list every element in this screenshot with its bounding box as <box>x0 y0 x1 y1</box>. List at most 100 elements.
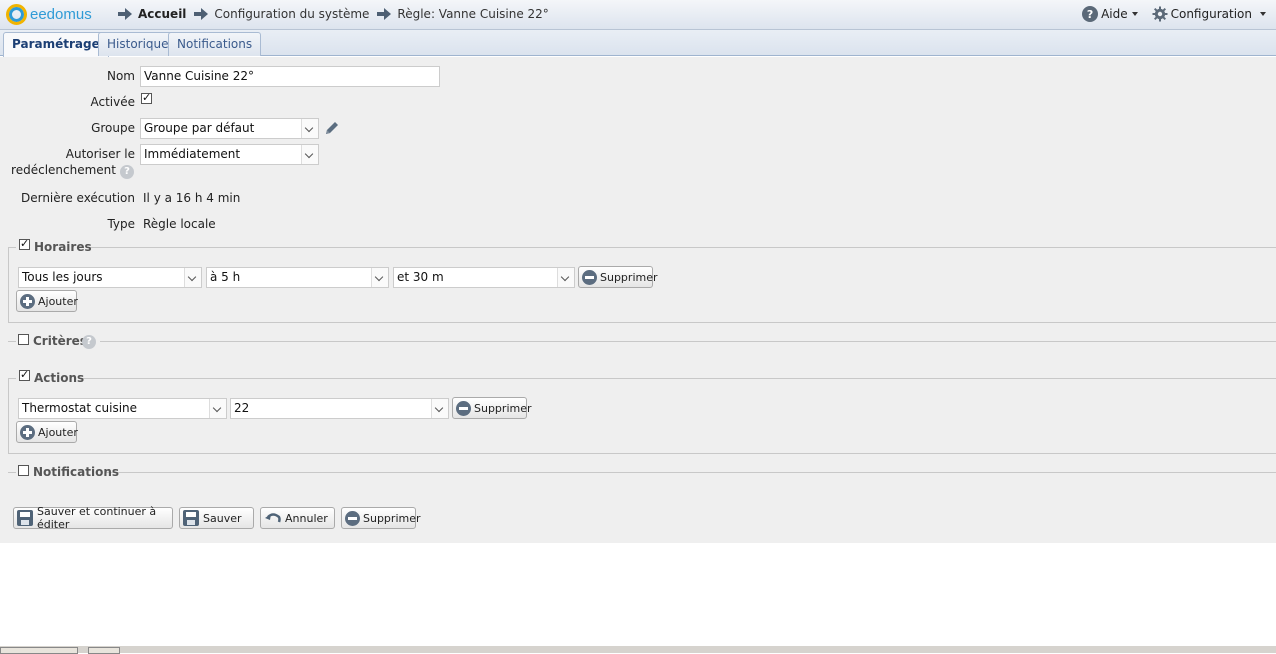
question-icon[interactable]: ? <box>120 165 134 179</box>
action-value: 22 <box>234 401 250 415</box>
schedule-hour-value: à 5 h <box>210 270 241 284</box>
action-value-select[interactable]: 22 <box>230 398 449 419</box>
fieldset-border <box>8 453 1276 454</box>
fieldset-border <box>8 247 9 323</box>
cancel-label: Annuler <box>285 511 328 525</box>
configuration-menu[interactable]: Configuration <box>1171 7 1252 21</box>
retrigger-select-value: Immédiatement <box>144 147 241 161</box>
retrigger-label-line2: redéclenchement <box>11 163 116 177</box>
delete-rule-button[interactable]: Supprimer <box>341 507 421 529</box>
fieldset-border <box>8 247 16 248</box>
fieldset-border <box>8 378 16 379</box>
tab-bar: Paramétrage Historique Notifications <box>0 30 1276 57</box>
group-select[interactable]: Groupe par défaut <box>140 118 319 139</box>
os-taskbar <box>0 645 1276 654</box>
active-label: Activée <box>90 95 135 109</box>
schedule-day-select[interactable]: Tous les jours <box>18 267 202 288</box>
horaires-title: Horaires <box>34 240 92 254</box>
actions-title: Actions <box>34 371 85 385</box>
gear-icon[interactable] <box>1152 6 1168 22</box>
group-label: Groupe <box>91 121 135 135</box>
chevron-down-icon <box>301 119 318 138</box>
plus-circle-icon <box>20 293 35 309</box>
fieldset-border <box>82 378 1276 379</box>
retrigger-select[interactable]: Immédiatement <box>140 144 319 165</box>
delete-rule-label: Supprimer <box>363 511 421 525</box>
logo-text: eedomus <box>30 6 92 23</box>
logo-ring-icon <box>6 4 27 25</box>
schedule-delete-button[interactable]: Supprimer <box>578 266 658 288</box>
floppy-disk-icon <box>17 510 33 526</box>
minus-circle-icon <box>456 400 471 416</box>
chevron-down-icon <box>184 268 201 287</box>
breadcrumb: Accueil Configuration du système Règle: … <box>118 7 549 21</box>
horaires-checkbox[interactable] <box>19 239 30 250</box>
fieldset-border <box>86 247 1276 248</box>
save-continue-button[interactable]: Sauver et continuer à éditer <box>13 505 173 531</box>
floppy-disk-icon <box>183 510 199 526</box>
question-icon[interactable]: ? <box>82 335 96 349</box>
type-label: Type <box>107 217 135 231</box>
criteres-title: Critères <box>33 334 87 348</box>
schedule-add-button[interactable]: Ajouter <box>16 290 78 312</box>
actions-checkbox[interactable] <box>19 370 30 381</box>
action-device-value: Thermostat cuisine <box>22 401 138 415</box>
last-execution-label: Dernière exécution <box>20 191 135 205</box>
action-device-select[interactable]: Thermostat cuisine <box>18 398 227 419</box>
breadcrumb-current-rule: Règle: Vanne Cuisine 22° <box>397 7 549 21</box>
arrow-right-icon <box>377 8 392 20</box>
chevron-down-icon <box>301 145 318 164</box>
minus-circle-icon <box>582 269 597 285</box>
tab-parametrage[interactable]: Paramétrage <box>3 32 109 57</box>
chevron-down-icon[interactable] <box>1260 12 1266 16</box>
notifications-title: Notifications <box>33 465 120 479</box>
help-menu[interactable]: Aide <box>1101 7 1128 21</box>
save-label: Sauver <box>203 511 242 525</box>
type-value: Règle locale <box>143 217 216 231</box>
action-add-label: Ajouter <box>38 425 78 439</box>
name-label: Nom <box>106 69 135 83</box>
help-icon[interactable]: ? <box>1082 6 1099 22</box>
chevron-down-icon[interactable] <box>1131 12 1138 16</box>
undo-icon <box>265 513 281 523</box>
criteres-checkbox[interactable] <box>18 334 29 345</box>
fieldset-border <box>8 341 16 342</box>
action-delete-label: Supprimer <box>474 401 532 415</box>
retrigger-label-line1: Autoriser le <box>65 147 135 161</box>
tab-notifications[interactable]: Notifications <box>168 32 262 56</box>
name-input[interactable]: Vanne Cuisine 22° <box>140 66 440 87</box>
rule-settings-panel: Nom Vanne Cuisine 22° Activée Groupe Gro… <box>0 57 1276 543</box>
top-bar: eedomus Accueil Configuration du système… <box>0 0 1276 30</box>
tab-historique[interactable]: Historique <box>98 32 178 56</box>
schedule-day-value: Tous les jours <box>22 270 103 284</box>
action-add-button[interactable]: Ajouter <box>16 421 78 443</box>
schedule-minute-value: et 30 m <box>397 270 444 284</box>
top-right-menu: ? Aide Configuration <box>1082 6 1266 22</box>
schedule-delete-label: Supprimer <box>600 270 658 284</box>
schedule-add-label: Ajouter <box>38 294 78 308</box>
chevron-down-icon <box>431 399 448 418</box>
schedule-hour-select[interactable]: à 5 h <box>206 267 389 288</box>
breadcrumb-system-config[interactable]: Configuration du système <box>214 7 369 21</box>
minus-circle-icon <box>345 510 360 526</box>
chevron-down-icon <box>371 268 388 287</box>
save-continue-label: Sauver et continuer à éditer <box>37 505 157 531</box>
fieldset-border <box>100 341 1276 342</box>
fieldset-border <box>106 472 1276 473</box>
breadcrumb-home[interactable]: Accueil <box>138 7 186 21</box>
schedule-minute-select[interactable]: et 30 m <box>393 267 575 288</box>
chevron-down-icon <box>557 268 574 287</box>
last-execution-value: Il y a 16 h 4 min <box>143 191 241 205</box>
eedomus-logo[interactable]: eedomus <box>6 4 92 25</box>
cancel-button[interactable]: Annuler <box>260 507 335 529</box>
chevron-down-icon <box>209 399 226 418</box>
fieldset-border <box>8 322 1276 323</box>
notifications-checkbox[interactable] <box>18 465 29 476</box>
fieldset-border <box>8 472 16 473</box>
action-delete-button[interactable]: Supprimer <box>452 397 532 419</box>
active-checkbox[interactable] <box>141 93 152 104</box>
save-button[interactable]: Sauver <box>179 507 254 529</box>
plus-circle-icon <box>20 424 35 440</box>
arrow-right-icon <box>118 8 133 20</box>
pencil-icon[interactable] <box>323 119 341 137</box>
